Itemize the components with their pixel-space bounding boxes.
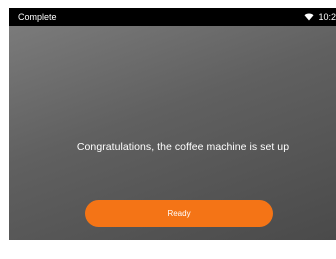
device-screen: Complete 10:2 Congratulations, the coffe…: [9, 8, 336, 240]
wifi-icon: [304, 13, 314, 21]
setup-complete-message: Congratulations, the coffee machine is s…: [76, 141, 290, 153]
status-time: 10:2: [318, 12, 336, 22]
status-indicators: 10:2: [304, 8, 336, 26]
ready-button[interactable]: Ready: [85, 200, 273, 227]
screenshot-frame: Complete 10:2 Congratulations, the coffe…: [0, 0, 336, 259]
status-bar: Complete 10:2: [9, 8, 336, 26]
screen-title: Complete: [18, 12, 57, 22]
